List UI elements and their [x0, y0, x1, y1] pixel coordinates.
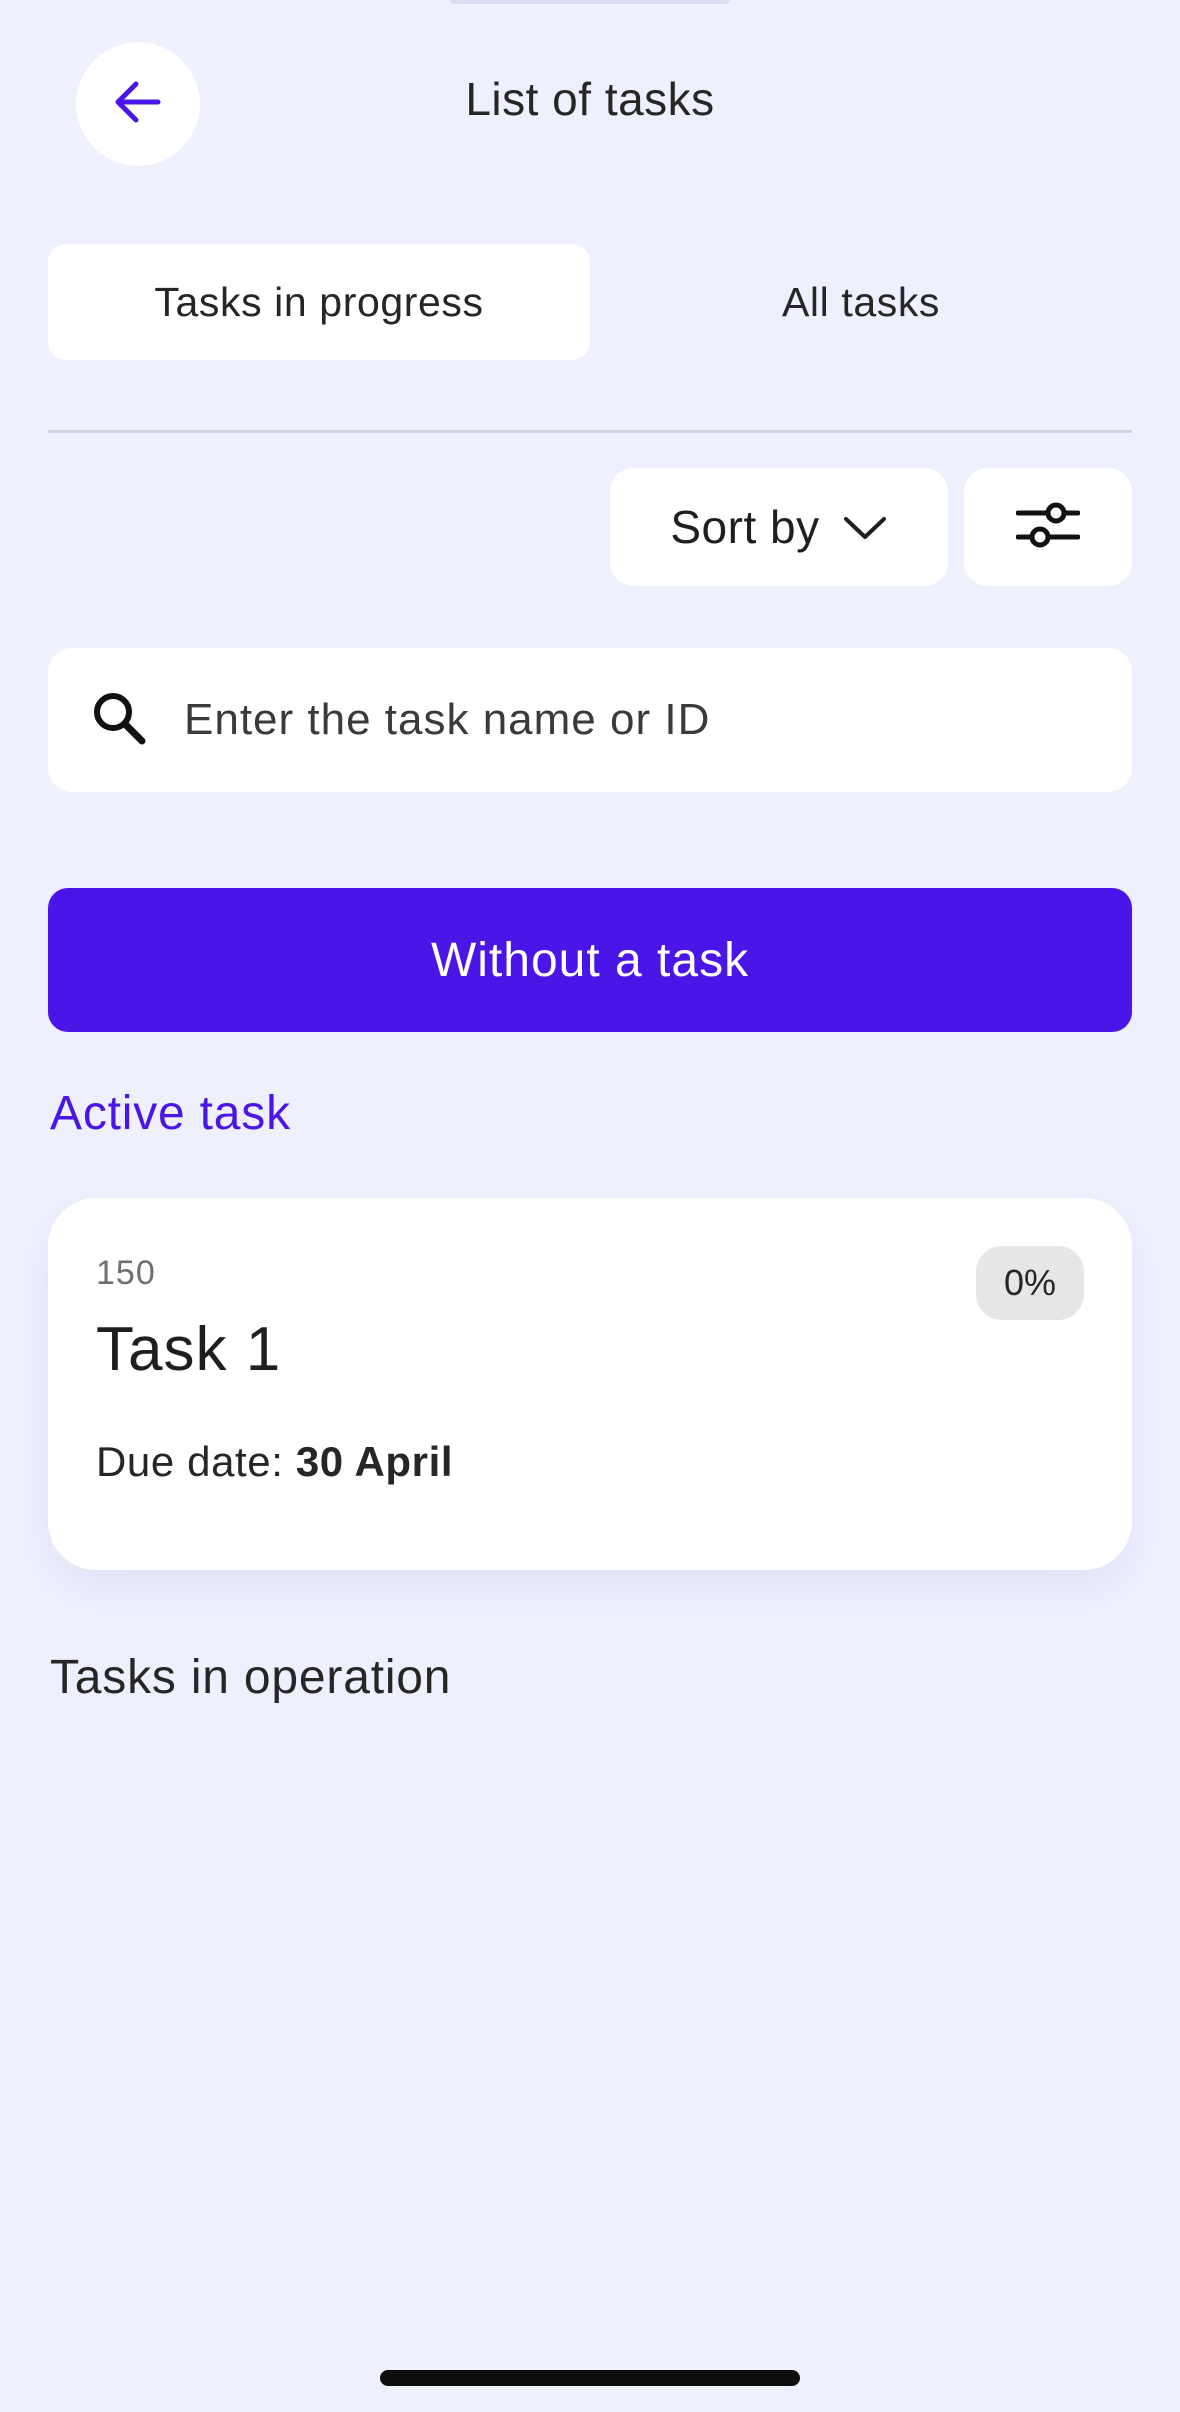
task-progress-badge: 0%: [976, 1246, 1084, 1320]
without-a-task-button[interactable]: Without a task: [48, 888, 1132, 1032]
tab-bar: Tasks in progress All tasks: [48, 244, 1132, 360]
search-box[interactable]: [48, 648, 1132, 792]
tab-all-tasks[interactable]: All tasks: [590, 244, 1132, 360]
task-name: Task 1: [96, 1315, 282, 1384]
search-input[interactable]: [184, 695, 1064, 745]
page-title: List of tasks: [465, 73, 715, 125]
active-task-heading: Active task: [50, 1087, 291, 1140]
chevron-down-icon: [842, 500, 888, 554]
sliders-icon: [1015, 497, 1081, 558]
divider: [48, 430, 1132, 433]
task-card[interactable]: 150 Task 1 0% Due date: 30 April: [48, 1198, 1132, 1570]
top-notch: [450, 0, 730, 4]
home-indicator: [380, 2370, 800, 2386]
tasks-in-operation-heading: Tasks in operation: [50, 1651, 452, 1704]
tab-tasks-in-progress[interactable]: Tasks in progress: [48, 244, 590, 360]
sort-button[interactable]: Sort by: [610, 468, 948, 586]
search-icon: [88, 687, 150, 754]
due-date-value: 30 April: [295, 1438, 454, 1485]
filter-button[interactable]: [964, 468, 1132, 586]
task-id: 150: [96, 1254, 156, 1292]
sort-label: Sort by: [670, 501, 820, 553]
due-date-label: Due date:: [96, 1438, 296, 1485]
task-due-date: Due date: 30 April: [96, 1438, 453, 1486]
